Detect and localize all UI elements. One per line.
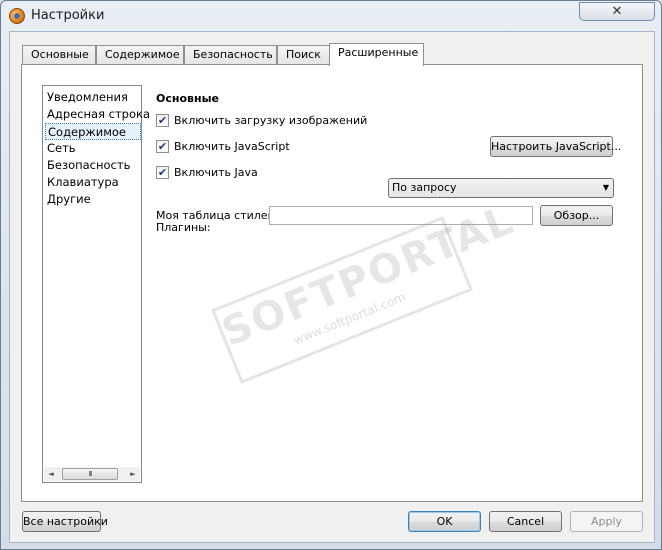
tab-general[interactable]: Основные [22, 45, 96, 65]
softportal-watermark: SOFTPORTAL www.softportal.com [211, 196, 521, 384]
tab-search[interactable]: Поиск [277, 45, 330, 65]
category-list[interactable]: Уведомления Адресная строка Содержимое С… [42, 85, 150, 483]
horizontal-scrollbar[interactable]: ◄ III ► [44, 467, 140, 481]
sidebar-item-notifications[interactable]: Уведомления [45, 89, 130, 106]
scroll-left-icon[interactable]: ◄ [44, 467, 58, 481]
configure-javascript-button[interactable]: Настроить JavaScript... [490, 136, 621, 157]
opera-app-icon [9, 8, 25, 24]
scroll-right-icon[interactable]: ► [126, 467, 140, 481]
sidebar-item-keyboard[interactable]: Клавиатура [45, 174, 121, 191]
enable-java-label[interactable]: Включить Java [174, 166, 258, 179]
plugins-select[interactable]: По запросу ▼ [388, 178, 614, 198]
close-button[interactable]: ✕ [579, 2, 655, 21]
window-title: Настройки [31, 8, 105, 23]
tab-security[interactable]: Безопасность [184, 45, 277, 65]
sidebar-item-address-bar[interactable]: Адресная строка [45, 106, 152, 123]
ok-button[interactable]: OK [408, 511, 481, 532]
tab-advanced[interactable]: Расширенные [329, 43, 424, 66]
all-settings-button[interactable]: Все настройки [22, 511, 108, 532]
sidebar-item-security[interactable]: Безопасность [45, 157, 132, 174]
settings-window: Настройки ✕ Основные Содержимое Безопасн… [0, 0, 662, 550]
apply-button[interactable]: Apply [570, 511, 643, 532]
plugins-label: Плагины: [156, 221, 211, 234]
enable-javascript-checkbox[interactable]: ✔ [156, 140, 169, 153]
stylesheet-input[interactable] [269, 206, 533, 225]
sidebar-item-content[interactable]: Содержимое [45, 123, 141, 140]
tab-content[interactable]: Содержимое [96, 45, 184, 65]
enable-java-checkbox[interactable]: ✔ [156, 166, 169, 179]
stylesheet-label: Моя таблица стилей: [156, 209, 279, 222]
dropdown-arrow-icon: ▼ [602, 183, 609, 192]
section-title: Основные [156, 92, 219, 105]
scroll-thumb[interactable]: III [62, 468, 118, 480]
browse-button[interactable]: Обзор... [540, 205, 613, 226]
enable-javascript-label[interactable]: Включить JavaScript [174, 140, 290, 153]
sidebar-item-network[interactable]: Сеть [45, 140, 78, 157]
plugins-select-value: По запросу [392, 181, 457, 194]
enable-images-label[interactable]: Включить загрузку изображений [174, 114, 367, 127]
cancel-button[interactable]: Cancel [489, 511, 562, 532]
dialog-body: Основные Содержимое Безопасность Поиск Р… [9, 31, 655, 543]
watermark-logo-text: SOFTPORTAL [215, 196, 521, 356]
watermark-url: www.softportal.com [291, 289, 408, 348]
title-bar[interactable]: Настройки ✕ [1, 1, 661, 31]
advanced-tab-panel: Уведомления Адресная строка Содержимое С… [21, 64, 643, 502]
sidebar-item-other[interactable]: Другие [45, 191, 93, 208]
enable-images-checkbox[interactable]: ✔ [156, 114, 169, 127]
